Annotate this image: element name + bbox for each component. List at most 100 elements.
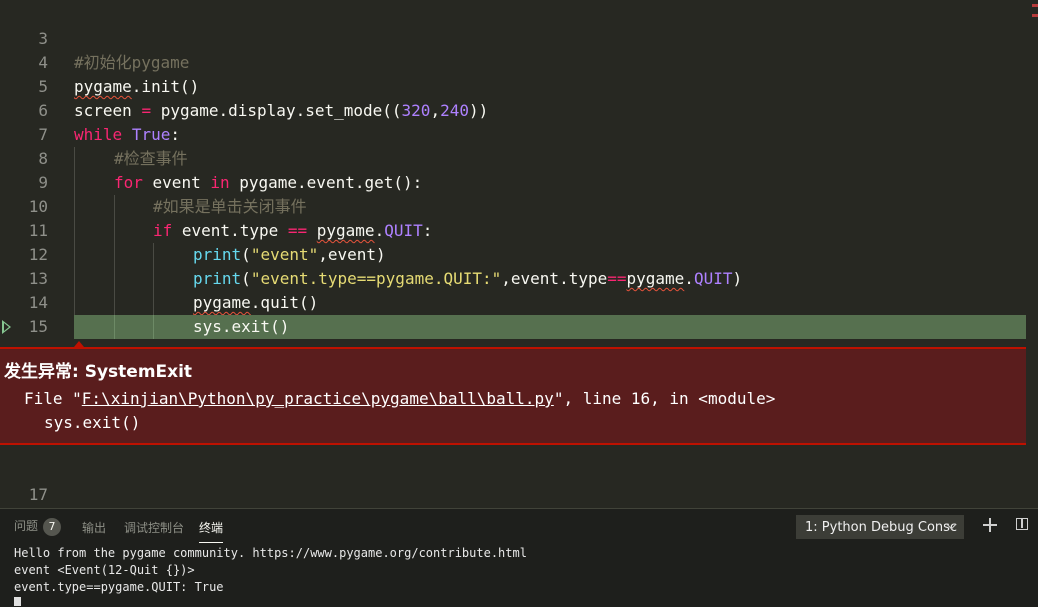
code-line[interactable]: 13 print("event",event) [0, 243, 1026, 288]
indent-guide [114, 243, 115, 267]
terminal-output-line: Hello from the pygame community. https:/… [14, 546, 527, 560]
code-operator: = [141, 101, 152, 120]
indent-guide [74, 267, 75, 291]
code-line[interactable]: 4 [0, 27, 1026, 72]
code-comment: #如果是单击关闭事件 [153, 197, 307, 216]
indent-guide [153, 243, 154, 267]
code-token: . [684, 269, 694, 288]
exception-file-link[interactable]: F:\xinjian\Python\py_practice\pygame\bal… [82, 389, 554, 408]
code-line[interactable]: 14 print("event.type==pygame.QUIT:",even… [0, 267, 1026, 312]
code-line[interactable]: 6 pygame.init() [0, 75, 1026, 120]
exception-code-line: sys.exit() [44, 413, 141, 432]
code-string: "event.type==pygame.QUIT:" [250, 269, 502, 288]
exception-file-prefix: File " [24, 389, 82, 408]
code-keyword: for [114, 173, 143, 192]
code-string: "event" [250, 245, 319, 264]
code-token: ,event.type [501, 269, 608, 288]
code-line[interactable]: 12 if event.type == pygame.QUIT: [0, 219, 1026, 264]
indent-guide [114, 195, 115, 219]
code-token: pygame.event.get(): [229, 173, 423, 192]
code-line[interactable]: 7 screen = pygame.display.set_mode((320,… [0, 99, 1026, 144]
code-keyword: in [210, 173, 230, 192]
exception-file-suffix: ", line 16, in <module> [553, 389, 776, 408]
scrollbar-error-marker [1032, 4, 1038, 7]
indent-guide [114, 219, 115, 243]
bottom-panel: 问题 7 输出 调试控制台 终端 1: Python Debug Consc He… [0, 508, 1038, 607]
code-editor[interactable]: 3 4 5 #初始化pygame 6 pygame.init() 7 scree… [0, 0, 1038, 508]
indent-guide [74, 147, 75, 171]
code-token: ( [241, 269, 251, 288]
code-line[interactable]: 17 [0, 459, 1026, 504]
code-token: event.type [172, 221, 288, 240]
code-constant: QUIT [384, 221, 423, 240]
terminal-output-line: event.type==pygame.QUIT: True [14, 580, 224, 594]
code-token: pygame [74, 77, 132, 96]
code-line[interactable]: 15 pygame.quit() [0, 291, 1026, 336]
plus-icon[interactable] [983, 518, 997, 532]
code-token: pygame.display.set_mode(( [151, 101, 402, 120]
code-comment: #检查事件 [114, 149, 188, 168]
code-token: pygame [626, 269, 685, 288]
terminal-select[interactable]: 1: Python Debug Consc [796, 515, 964, 539]
terminal-output-line: event <Event(12-Quit {})> [14, 563, 195, 577]
indent-guide [74, 219, 75, 243]
code-line[interactable]: 9 #检查事件 [0, 147, 1026, 192]
indent-guide [153, 315, 154, 339]
indent-guide [153, 267, 154, 291]
code-keyword: if [153, 221, 173, 240]
tab-debug-console[interactable]: 调试控制台 [124, 519, 184, 536]
tab-terminal[interactable]: 终端 [199, 519, 224, 543]
code-token: sys.exit() [193, 317, 290, 336]
code-token: . [374, 221, 385, 240]
tab-output[interactable]: 输出 [82, 519, 106, 536]
exception-title: 发生异常: SystemExit [4, 362, 193, 382]
code-comment: #初始化pygame [74, 53, 190, 72]
code-number: 320 [401, 101, 431, 120]
terminal-select-value: 1: Python Debug Consc [805, 520, 958, 535]
terminal-cursor[interactable] [14, 597, 21, 606]
code-constant: QUIT [693, 269, 733, 288]
indent-guide [74, 171, 75, 195]
code-token: .quit() [250, 293, 319, 312]
code-token: , [430, 101, 441, 120]
code-token: : [422, 221, 433, 240]
code-token: .init() [131, 77, 200, 96]
split-icon[interactable] [1016, 518, 1028, 530]
debug-current-frame-icon[interactable] [2, 320, 11, 334]
indent-guide [74, 291, 75, 315]
code-token: ,event) [318, 245, 386, 264]
code-builtin: print [193, 245, 242, 264]
code-token: )) [468, 101, 489, 120]
code-token: ) [732, 269, 743, 288]
code-builtin: print [193, 269, 242, 288]
code-token: pygame [193, 293, 251, 312]
code-line[interactable]: 10 for event in pygame.event.get(): [0, 171, 1026, 216]
indent-guide [153, 291, 154, 315]
exception-stack-frame: File "F:\xinjian\Python\py_practice\pyga… [24, 389, 775, 408]
indent-guide [114, 291, 115, 315]
exception-widget: 发生异常: SystemExit File "F:\xinjian\Python… [0, 347, 1026, 445]
code-line[interactable]: 3 [0, 3, 1026, 48]
problems-count-badge: 7 [43, 517, 62, 536]
code-token: ( [241, 245, 251, 264]
code-token: event [142, 173, 211, 192]
code-operator: == [607, 269, 627, 288]
indent-guide [74, 195, 75, 219]
code-token: screen [74, 101, 142, 120]
code-token: : [170, 125, 180, 144]
indent-guide [114, 267, 115, 291]
code-number: 240 [440, 101, 469, 120]
code-line[interactable]: 11 #如果是单击关闭事件 [0, 195, 1026, 240]
code-keyword: while [74, 125, 123, 144]
code-line[interactable]: 18 [0, 483, 1026, 507]
tab-label: 问题 [14, 519, 39, 533]
code-constant: True [131, 125, 171, 144]
code-line[interactable]: 8 while True: [0, 123, 1026, 168]
indent-guide [114, 315, 115, 339]
tab-problems[interactable]: 问题 7 [14, 517, 62, 536]
current-execution-line[interactable]: 16 sys.exit() [0, 315, 1026, 408]
code-token: pygame [316, 221, 375, 240]
code-line[interactable]: 5 #初始化pygame [0, 51, 1026, 96]
code-operator: == [287, 221, 308, 240]
